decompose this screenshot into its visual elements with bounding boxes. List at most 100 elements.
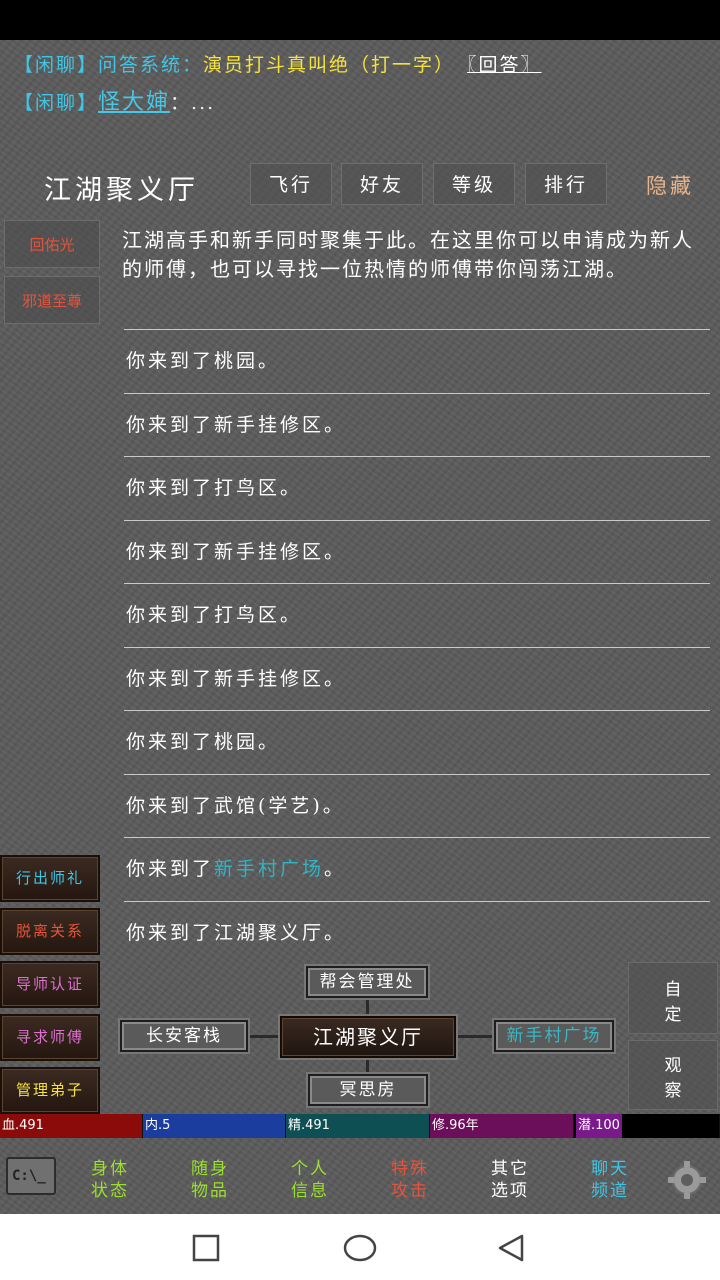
log-place: 打鸟区 [214,604,281,626]
log-prefix: 你来到了 [126,413,215,436]
system-nav-bar [0,1214,720,1280]
log-place: 武馆(学艺) [214,794,323,817]
log-row: 你来到了打鸟区。 [124,583,710,646]
log-prefix: 你来到了 [126,794,215,817]
custom-button[interactable]: 自 定 [628,962,718,1034]
custom-label-2: 定 [664,1005,682,1025]
bottom-nav-item[interactable]: 身体 状态 [80,1158,140,1202]
chat-message: ... [191,92,216,114]
room-title: 江湖聚义厅 [44,175,199,206]
home-icon[interactable] [342,1234,378,1262]
log-place: 打鸟区 [214,477,281,499]
map-connector-west [250,1035,280,1038]
log-prefix: 你来到了 [126,731,215,753]
friends-button[interactable]: 好友 [341,163,423,205]
chat-channel-tag: 【闲聊】 [14,54,99,76]
chat-user-link[interactable]: 怪大婶 [98,90,170,115]
log-place: 新手挂修区 [214,540,325,563]
log-suffix: 。 [258,731,281,753]
log-suffix: 。 [324,921,347,944]
chat-system-name: 问答系统： [98,54,204,76]
log-prefix: 你来到了 [126,540,215,563]
log-row: 你来到了打鸟区。 [124,456,710,519]
log-row: 你来到了武馆(学艺)。 [124,773,710,837]
log-place: 新手挂修区 [214,667,325,690]
observe-button[interactable]: 观 察 [628,1040,718,1110]
chat-line-user: 【闲聊】怪大婶：... [14,84,215,116]
bottom-nav-label-2: 物品 [191,1181,229,1201]
level-button[interactable]: 等级 [433,163,515,205]
log-row: 你来到了新手挂修区。 [124,392,710,456]
log-suffix: 。 [324,858,347,880]
bottom-nav-item[interactable]: 随身 物品 [180,1158,240,1202]
bottom-nav-item[interactable]: 其它 选项 [480,1158,540,1202]
mentor-action-button[interactable]: 导师认证 [0,961,100,1008]
chat-question: 演员打斗真叫绝（打一字） [203,54,456,76]
bottom-nav-label-1: 其它 [491,1159,529,1179]
log-prefix: 你来到了 [126,921,215,944]
log-prefix: 你来到了 [126,667,215,690]
bottom-nav-item[interactable]: 聊天 频道 [580,1158,640,1202]
bottom-nav-label-1: 个人 [291,1159,329,1179]
chat-colon: ： [170,92,192,114]
log-suffix: 。 [324,540,347,563]
log-row: 你来到了新手挂修区。 [124,519,710,583]
room-description: 江湖高手和新手同时聚集于此。在这里你可以申请成为新人的师傅，也可以寻找一位热情的… [122,228,694,281]
log-suffix: 。 [324,413,347,436]
hide-button[interactable]: 隐藏 [646,170,694,200]
log-row: 你来到了桃园。 [124,329,710,392]
bottom-nav-label-2: 信息 [291,1181,329,1201]
log-row: 你来到了桃园。 [124,710,710,773]
console-icon[interactable]: C:\_ [6,1157,56,1195]
bottom-nav-label-2: 选项 [491,1181,529,1201]
log-place[interactable]: 新手村广场 [214,858,324,880]
hp-bar: 血.491 [0,1114,143,1138]
bottom-nav-item[interactable]: 特殊 攻击 [380,1158,440,1202]
mp-bar: 内.5 [143,1114,286,1138]
bottom-nav-label-1: 随身 [191,1159,229,1179]
log-suffix: 。 [258,350,281,372]
npc-button-2[interactable]: 邪道至尊 [4,276,100,324]
mentor-action-button[interactable]: 行出师礼 [0,855,100,902]
potential-bar: 潜.100 [574,1114,720,1138]
recents-icon[interactable] [192,1234,220,1262]
stamina-bar: 精.491 [286,1114,430,1138]
log-place: 新手挂修区 [214,413,325,436]
bottom-nav-label-2: 攻击 [391,1181,429,1201]
mentor-action-button[interactable]: 脱离关系 [0,908,100,955]
stats-bar: 血.491 内.5 精.491 修.96年 潜.100 [0,1114,720,1138]
answer-link[interactable]: 〖回答〗 [467,54,542,76]
npc-button-1[interactable]: 回佑光 [4,220,100,268]
log-suffix: 。 [280,604,303,626]
bottom-nav-item[interactable]: 个人 信息 [280,1158,340,1202]
gear-icon[interactable] [664,1160,710,1200]
status-bar [0,0,720,40]
bottom-nav-label-2: 状态 [91,1181,129,1201]
map-room-east[interactable]: 新手村广场 [494,1020,614,1052]
log-row: 你来到了新手村广场。 [124,837,710,900]
mentor-action-button[interactable]: 管理弟子 [0,1067,100,1114]
bottom-nav-label-1: 聊天 [591,1159,629,1179]
mentor-action-button[interactable]: 寻求师傅 [0,1014,100,1061]
map-room-west[interactable]: 长安客栈 [120,1020,248,1052]
bottom-nav-label-1: 身体 [91,1159,129,1179]
log-suffix: 。 [322,794,345,817]
map-connector-north [366,996,369,1016]
log-place: 桃园 [214,731,259,753]
map-room-current: 江湖聚义厅 [280,1016,456,1058]
log-row: 你来到了江湖聚义厅。 [124,900,710,964]
custom-label-1: 自 [664,980,682,1000]
back-icon[interactable] [496,1233,526,1263]
fly-button[interactable]: 飞行 [250,163,332,205]
ranking-button[interactable]: 排行 [525,163,607,205]
log-place: 江湖聚义厅 [214,921,325,944]
map-room-north[interactable]: 帮会管理处 [306,966,428,998]
bottom-nav-label-2: 频道 [591,1181,629,1201]
log-place: 桃园 [214,350,259,372]
map-room-south[interactable]: 冥思房 [308,1074,428,1106]
cultivation-bar: 修.96年 [430,1114,574,1138]
potential-label: 潜.100 [576,1114,622,1138]
log-prefix: 你来到了 [126,350,215,372]
map-connector-east [456,1035,494,1038]
bottom-nav-label-1: 特殊 [391,1159,429,1179]
